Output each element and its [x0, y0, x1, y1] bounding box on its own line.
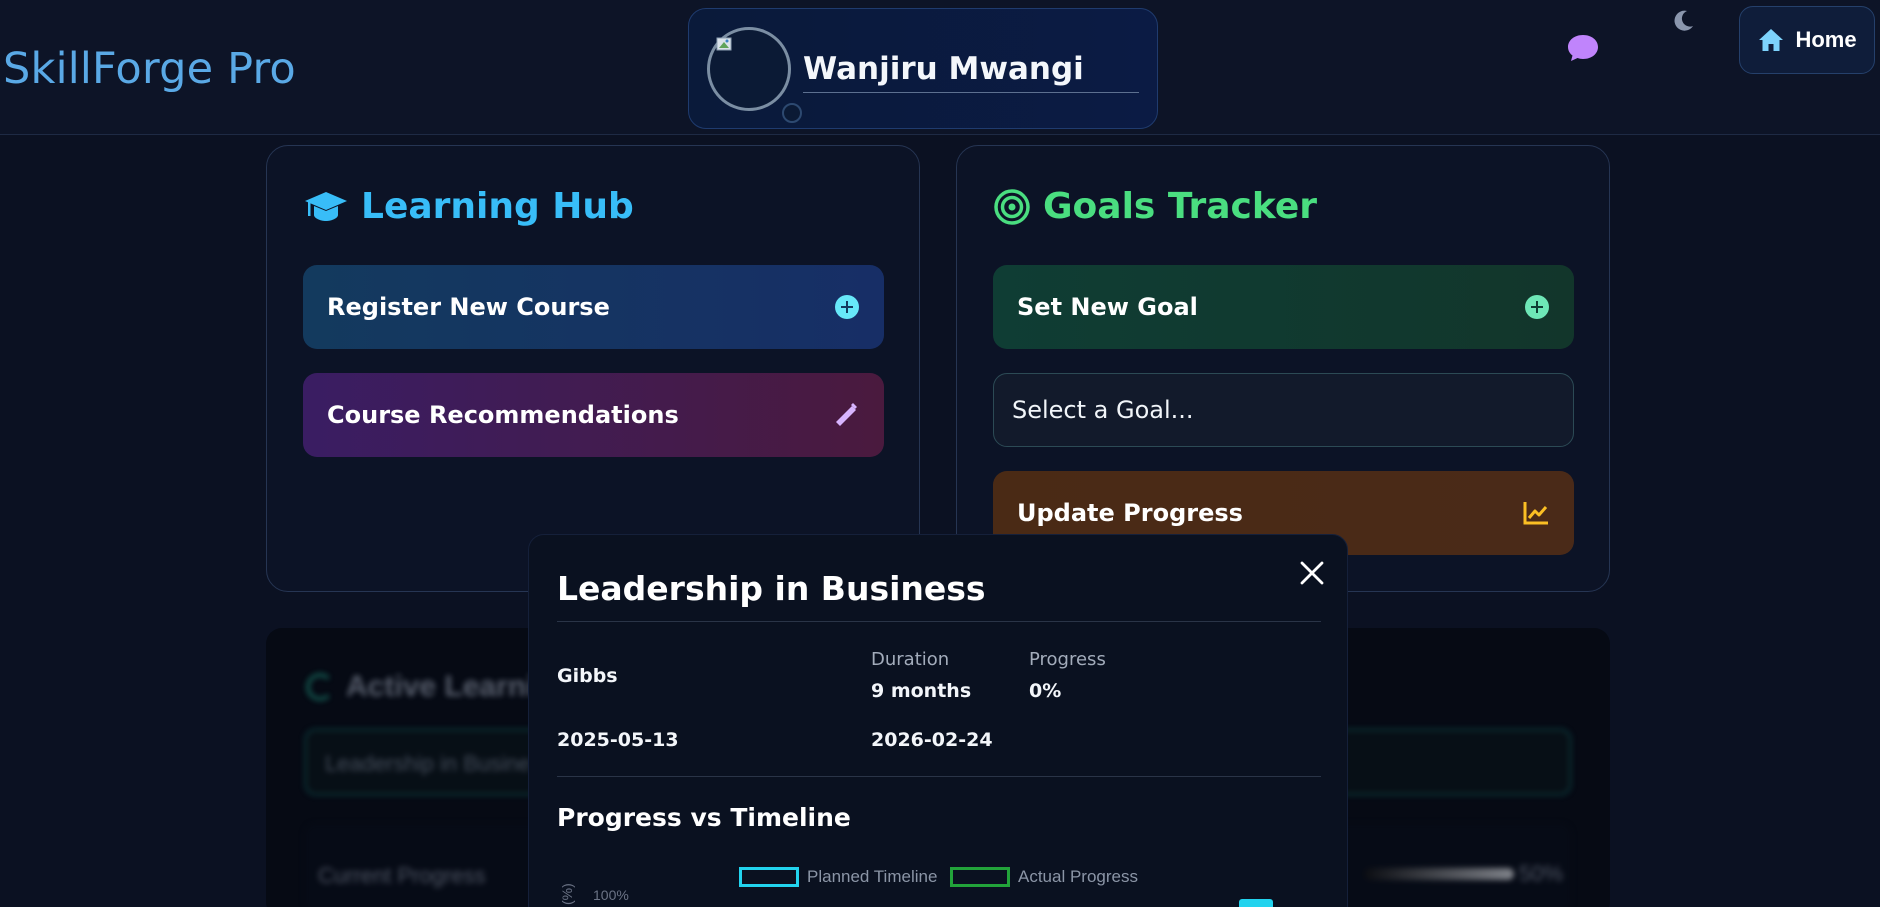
legend-planned-label: Planned Timeline — [807, 867, 938, 886]
current-progress-label: Current Progress — [318, 863, 486, 888]
chart-y-tick: 100% — [593, 887, 629, 903]
modal-title: Leadership in Business — [557, 569, 986, 608]
active-learning-title: Active Learni — [306, 670, 534, 704]
graduation-cap-icon — [305, 191, 347, 221]
magic-wand-icon — [836, 403, 857, 426]
set-new-goal-label: Set New Goal — [1017, 293, 1198, 321]
chart-bar — [1239, 899, 1273, 907]
plus-circle-icon — [1525, 295, 1549, 319]
plus-circle-icon — [835, 295, 859, 319]
duration-label: Duration — [871, 649, 950, 670]
moon-icon[interactable] — [1670, 8, 1696, 34]
progress-field: Progress 0% — [1029, 649, 1106, 702]
duration-value: 9 months — [871, 680, 972, 702]
course-recommendations-label: Course Recommendations — [327, 401, 679, 429]
home-button[interactable]: Home — [1739, 6, 1875, 74]
legend-actual-swatch — [950, 867, 1010, 887]
current-progress-percent: 50% — [1519, 861, 1564, 886]
brand-logo[interactable]: SkillForge Pro — [3, 44, 296, 94]
chat-icon[interactable] — [1566, 33, 1600, 63]
legend-planned[interactable]: Planned Timeline — [739, 867, 937, 887]
active-learning-title-text: Active Learni — [346, 670, 535, 703]
start-date-value: 2025-05-13 — [557, 729, 679, 751]
set-new-goal-button[interactable]: Set New Goal — [993, 265, 1574, 349]
profile-card: Wanjiru Mwangi — [688, 8, 1158, 129]
register-course-button[interactable]: Register New Course — [303, 265, 884, 349]
duration-field: Duration 9 months — [871, 649, 971, 702]
progress-timeline-title: Progress vs Timeline — [557, 803, 851, 832]
goals-tracker-title: Goals Tracker — [993, 186, 1317, 227]
current-progress-bar — [1364, 868, 1514, 880]
modal-divider — [557, 621, 1321, 622]
learning-hub-title-text: Learning Hub — [361, 186, 634, 227]
active-course-select-value: Leadership in Busine — [325, 751, 531, 776]
broken-image-icon — [716, 37, 732, 51]
register-course-label: Register New Course — [327, 293, 610, 321]
profile-name[interactable]: Wanjiru Mwangi — [803, 51, 1084, 87]
target-icon — [994, 188, 1030, 225]
close-icon[interactable] — [1298, 559, 1326, 587]
end-date-field: 2026-02-24 — [871, 729, 993, 751]
progress-label: Progress — [1029, 649, 1106, 670]
goal-select[interactable]: Select a Goal... — [993, 373, 1574, 447]
modal-divider — [557, 776, 1321, 777]
legend-planned-swatch — [739, 867, 799, 887]
goals-tracker-card: Goals Tracker Set New Goal Select a Goal… — [956, 145, 1610, 592]
end-date-value: 2026-02-24 — [871, 729, 993, 751]
provider-field: Gibbs — [557, 665, 618, 687]
update-progress-label: Update Progress — [1017, 499, 1243, 527]
goal-select-value: Select a Goal... — [1012, 396, 1194, 424]
learning-hub-title: Learning Hub — [303, 186, 634, 227]
learning-hub-card: Learning Hub Register New Course Course … — [266, 145, 920, 592]
course-recommendations-button[interactable]: Course Recommendations — [303, 373, 884, 457]
avatar[interactable] — [707, 27, 791, 111]
start-date-field: 2025-05-13 — [557, 729, 679, 751]
legend-actual[interactable]: Actual Progress — [950, 867, 1138, 887]
avatar-upload-button[interactable] — [782, 103, 802, 123]
home-label: Home — [1795, 27, 1857, 52]
progress-value: 0% — [1029, 680, 1062, 702]
line-chart-icon — [1523, 502, 1548, 525]
chart-y-axis-label: (%) — [559, 883, 575, 905]
home-icon — [1759, 29, 1784, 51]
spinner-icon — [306, 673, 334, 701]
legend-actual-label: Actual Progress — [1018, 867, 1138, 886]
provider-value: Gibbs — [557, 665, 618, 687]
name-underline — [803, 92, 1139, 93]
course-details-modal: Leadership in Business Gibbs Duration 9 … — [528, 534, 1348, 907]
goals-tracker-title-text: Goals Tracker — [1043, 186, 1318, 227]
app-header: SkillForge Pro Wanjiru Mwangi Home — [0, 0, 1880, 135]
